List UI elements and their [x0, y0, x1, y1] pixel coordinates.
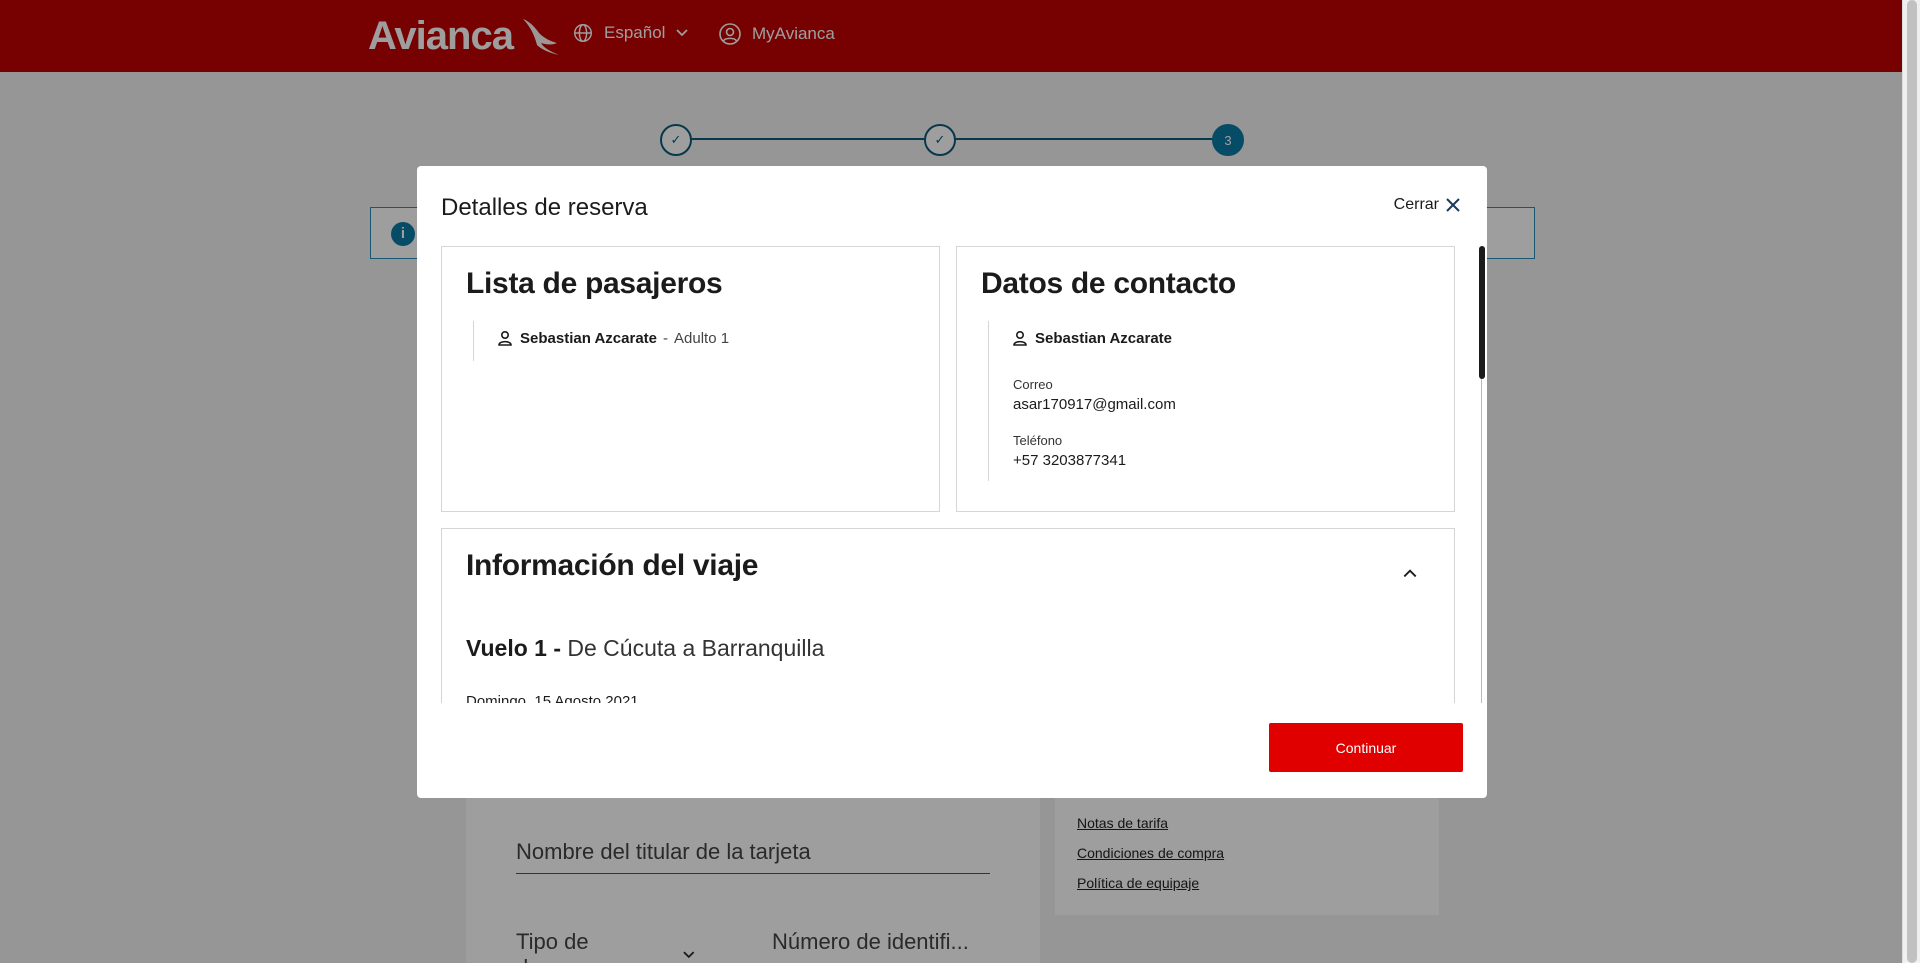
- passenger-list-heading: Lista de pasajeros: [466, 267, 723, 300]
- passenger-separator: -: [663, 329, 669, 347]
- passenger-name: Sebastian Azcarate: [520, 329, 658, 347]
- flight-route: De Cúcuta a Barranquilla: [567, 635, 825, 661]
- modal-scrollbar-thumb[interactable]: [1479, 246, 1485, 379]
- person-icon: [1013, 330, 1027, 346]
- trip-info-card: Información del viaje Vuelo 1 - De Cúcut…: [441, 528, 1455, 703]
- continue-button[interactable]: Continuar: [1269, 723, 1463, 772]
- page-scrollbar-thumb[interactable]: [1907, 0, 1917, 963]
- page-scrollbar[interactable]: [1902, 0, 1920, 963]
- divider: [473, 321, 474, 361]
- person-icon: [498, 330, 512, 346]
- close-button[interactable]: Cerrar: [1394, 196, 1461, 214]
- flight-title: Vuelo 1 - De Cúcuta a Barranquilla: [466, 635, 824, 662]
- contact-card: Datos de contacto Sebastian Azcarate Cor…: [956, 246, 1455, 512]
- trip-info-heading: Información del viaje: [466, 549, 759, 582]
- chevron-up-icon[interactable]: [1402, 565, 1418, 581]
- modal-scroll-content[interactable]: Lista de pasajeros Sebastian Azcarate - …: [441, 246, 1455, 703]
- booking-details-modal: Detalles de reserva Cerrar Lista de pasa…: [417, 166, 1487, 798]
- phone-label: Teléfono: [1013, 433, 1063, 448]
- close-icon: [1446, 198, 1460, 212]
- contact-heading: Datos de contacto: [981, 267, 1236, 300]
- email-value: asar170917@gmail.com: [1013, 396, 1176, 413]
- email-label: Correo: [1013, 377, 1053, 392]
- contact-person: Sebastian Azcarate: [1011, 329, 1172, 347]
- divider: [988, 321, 989, 481]
- passenger-type: Adulto 1: [674, 329, 730, 347]
- passenger-item: Sebastian Azcarate - Adulto 1: [496, 329, 729, 347]
- modal-scrollbar[interactable]: [1478, 246, 1487, 703]
- flight-label: Vuelo 1 -: [466, 635, 561, 661]
- passenger-list-card: Lista de pasajeros Sebastian Azcarate - …: [441, 246, 940, 512]
- phone-value: +57 3203877341: [1013, 452, 1127, 469]
- contact-name: Sebastian Azcarate: [1035, 329, 1173, 347]
- flight-date: Domingo, 15 Agosto 2021: [466, 693, 639, 703]
- modal-scrollbar-track: [1481, 379, 1482, 703]
- modal-title: Detalles de reserva: [441, 194, 648, 221]
- close-label: Cerrar: [1393, 196, 1439, 213]
